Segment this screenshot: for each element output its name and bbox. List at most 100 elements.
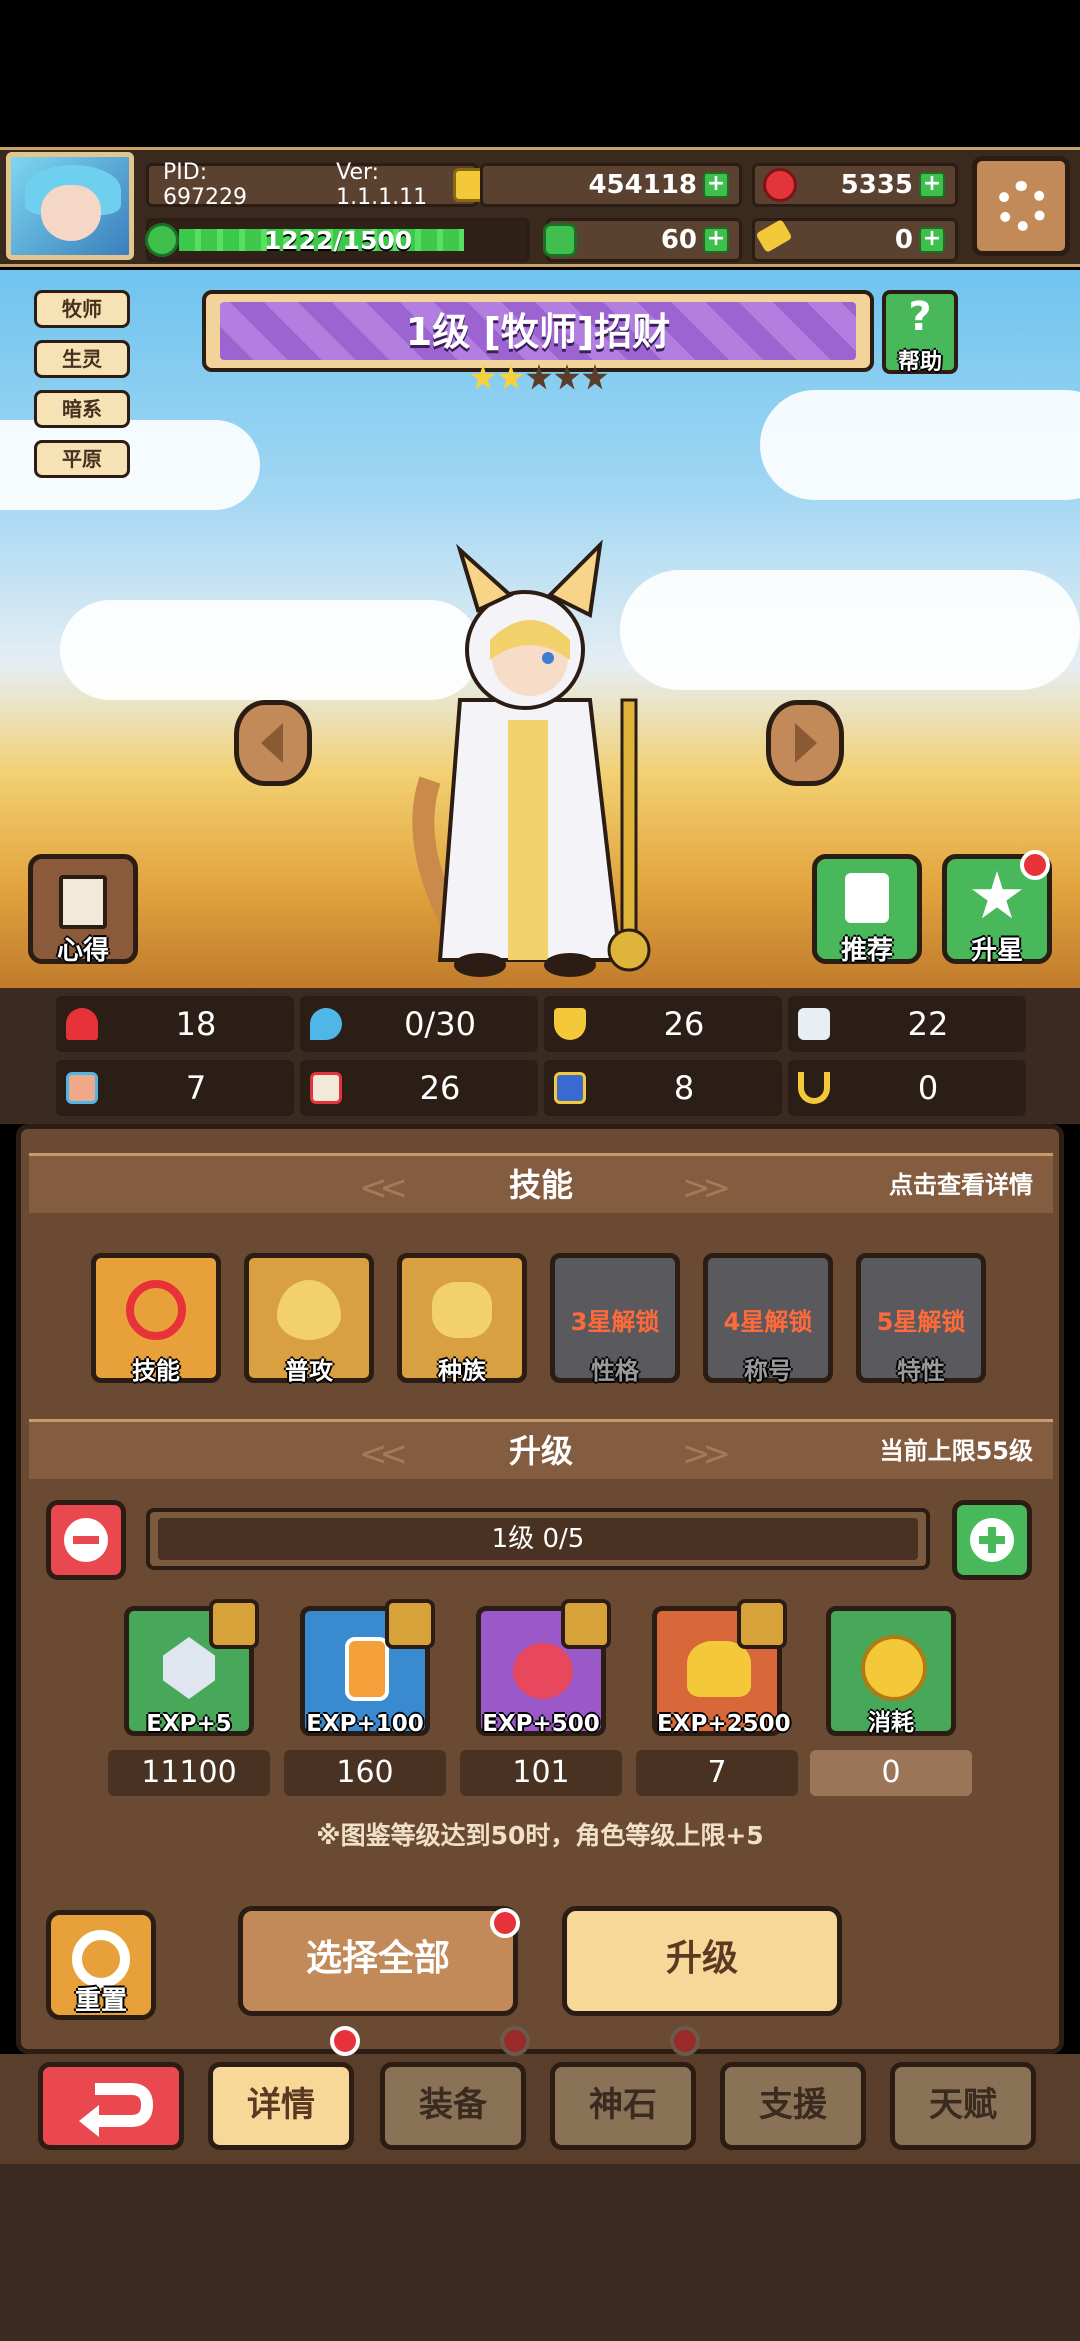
decrease-level-button[interactable] (46, 1500, 126, 1580)
skill-slot-personality[interactable]: 3星解锁 性格 (550, 1253, 680, 1385)
tab-talent[interactable]: 天赋 (890, 2062, 1036, 2150)
add-gems-icon[interactable]: + (919, 172, 945, 198)
fist-icon (66, 1072, 98, 1104)
key-counter[interactable]: 0 + (752, 218, 958, 262)
stat-mana-value: 0/30 (404, 1005, 476, 1043)
unlock-requirement: 5星解锁 (876, 1308, 966, 1336)
gear-icon (997, 181, 1047, 231)
increase-level-button[interactable] (952, 1500, 1032, 1580)
hero-character[interactable] (390, 539, 690, 980)
clover-value: 60 (660, 225, 697, 255)
tag-terrain[interactable]: 平原 (34, 440, 130, 478)
stat-attack: 7 (56, 1060, 294, 1116)
skill-slot-label: 性格 (591, 1357, 639, 1385)
exp-item-large[interactable]: EXP+500 (476, 1599, 611, 1737)
skill-slot-label: 称号 (744, 1357, 792, 1385)
notebook-icon (59, 875, 107, 929)
skill-slot-trait[interactable]: 5星解锁 特性 (856, 1253, 986, 1385)
key-value: 0 (894, 225, 913, 255)
unlock-requirement: 3星解锁 (570, 1308, 660, 1336)
stamina-bar: 1222/1500 (145, 218, 530, 262)
upgrade-button[interactable]: 升级 (562, 1906, 842, 2016)
tag-class[interactable]: 牧师 (34, 290, 130, 328)
help-label: 帮助 (897, 350, 942, 375)
equipment-notification-dot (500, 2026, 530, 2056)
upgrade-section-header: << 升级 >> 当前上限55级 (29, 1419, 1053, 1479)
exp-item-label: EXP+5 (146, 1711, 232, 1737)
settings-button[interactable] (972, 156, 1070, 256)
cat-priest-sprite (412, 539, 651, 977)
stamina-value: 1222/1500 (263, 225, 413, 255)
tab-support[interactable]: 支援 (720, 2062, 866, 2150)
chevron-right-icon: >> (682, 1434, 731, 1474)
star-icon-empty (582, 364, 608, 390)
exp-item-huge[interactable]: EXP+2500 (652, 1599, 791, 1737)
add-clovers-icon[interactable]: + (703, 227, 729, 253)
add-keys-icon[interactable]: + (919, 227, 945, 253)
lock-badge-icon (737, 1599, 787, 1649)
skill-slot-title[interactable]: 4星解锁 称号 (703, 1253, 833, 1385)
level-progress-bar: 1级 0/5 (146, 1508, 930, 1570)
gem-counter[interactable]: 5335 + (752, 163, 958, 207)
key-icon (755, 218, 793, 254)
crystal-icon (163, 1637, 215, 1699)
pid-version-box: PID: 697229 Ver: 1.1.1.11 (146, 160, 487, 210)
stat-speed: 22 (788, 996, 1026, 1052)
hero-title: 1级 [牧师]招财 (220, 302, 856, 360)
clover-icon (543, 223, 577, 257)
add-coins-icon[interactable]: + (703, 172, 729, 198)
level-cap-hint: 当前上限55级 (879, 1437, 1033, 1465)
chevron-right-icon (795, 723, 817, 763)
stat-speed-value: 22 (907, 1005, 949, 1043)
skill-slot-race[interactable]: 种族 (397, 1253, 527, 1385)
stat-hp: 18 (56, 996, 294, 1052)
plus-icon (970, 1518, 1014, 1562)
exp-item-medium[interactable]: EXP+100 (300, 1599, 435, 1737)
star-icon-filled (498, 364, 524, 390)
water-drop-icon (310, 1008, 342, 1040)
recommend-button[interactable]: 推荐 (812, 854, 922, 966)
stat-luck: 0 (788, 1060, 1026, 1116)
skill-slot-skill[interactable]: 技能 (91, 1253, 221, 1385)
select-all-notification-dot (490, 1908, 520, 1938)
details-notification-dot (330, 2026, 360, 2056)
tab-details[interactable]: 详情 (208, 2062, 354, 2150)
level-cap-note: ※图鉴等级达到50时，角色等级上限+5 (316, 1821, 764, 1850)
skill-slot-normal-attack[interactable]: 普攻 (244, 1253, 374, 1385)
heart-icon (66, 1008, 98, 1040)
cloud (760, 390, 1080, 500)
skills-section-header[interactable]: << 技能 >> 点击查看详情 (29, 1153, 1053, 1213)
chevron-left-icon (261, 723, 283, 763)
tag-element[interactable]: 暗系 (34, 390, 130, 428)
skills-hint: 点击查看详情 (889, 1171, 1033, 1199)
prev-hero-button[interactable] (234, 700, 312, 786)
hero-detail-panel: << 技能 >> 点击查看详情 技能 普攻 种族 3星解锁 性格 4星解锁 称号… (16, 1124, 1064, 2054)
exp-item-count: 101 (460, 1750, 622, 1796)
horseshoe-icon (798, 1072, 830, 1104)
notes-button[interactable]: 心得 (28, 854, 138, 966)
whip-icon (126, 1280, 186, 1340)
player-avatar[interactable] (6, 152, 134, 260)
reset-button[interactable]: 重置 (46, 1910, 156, 2020)
avatar-face (41, 185, 101, 241)
pid-label: PID: 697229 (163, 160, 247, 210)
coin-counter[interactable]: 454118 + (480, 163, 742, 207)
gem-value: 5335 (840, 170, 913, 200)
skill-slot-label: 种族 (438, 1357, 486, 1385)
exp-item-count: 7 (636, 1750, 798, 1796)
exp-item-label: EXP+500 (482, 1711, 600, 1737)
tab-equipment[interactable]: 装备 (380, 2062, 526, 2150)
cost-label: 消耗 (868, 1710, 914, 1736)
next-hero-button[interactable] (766, 700, 844, 786)
shield-icon (554, 1008, 586, 1040)
back-button[interactable] (38, 2062, 184, 2150)
help-button[interactable]: ? 帮助 (882, 290, 958, 375)
tab-godstone[interactable]: 神石 (550, 2062, 696, 2150)
potion-icon (345, 1637, 389, 1701)
exp-item-small[interactable]: EXP+5 (124, 1599, 259, 1737)
godstone-notification-dot (670, 2026, 700, 2056)
clover-counter[interactable]: 60 + (543, 218, 742, 262)
tag-race[interactable]: 生灵 (34, 340, 130, 378)
select-all-button[interactable]: 选择全部 (238, 1906, 518, 2016)
star-icon-filled (470, 364, 496, 390)
